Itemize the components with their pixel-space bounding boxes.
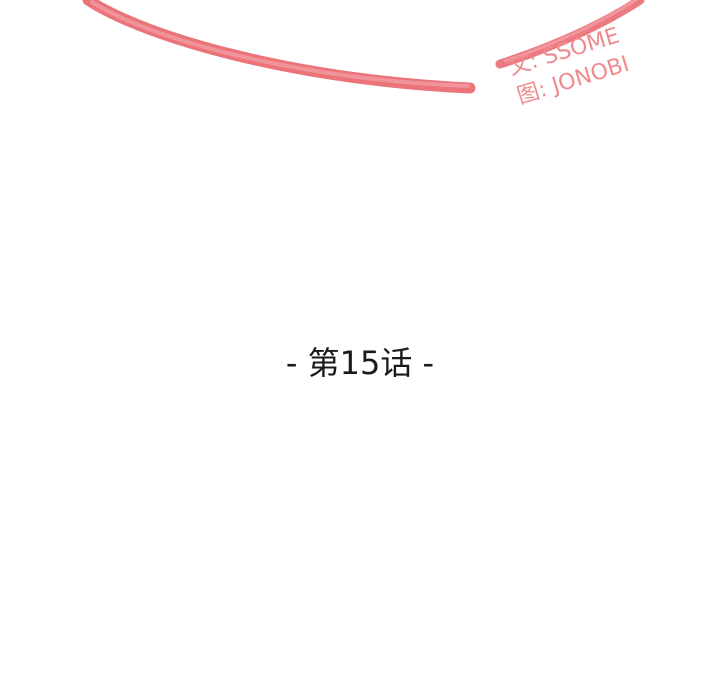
brush-stroke-main	[82, 0, 476, 94]
brush-stroke-texture	[90, 0, 470, 88]
chapter-title: - 第15话 -	[285, 344, 435, 382]
